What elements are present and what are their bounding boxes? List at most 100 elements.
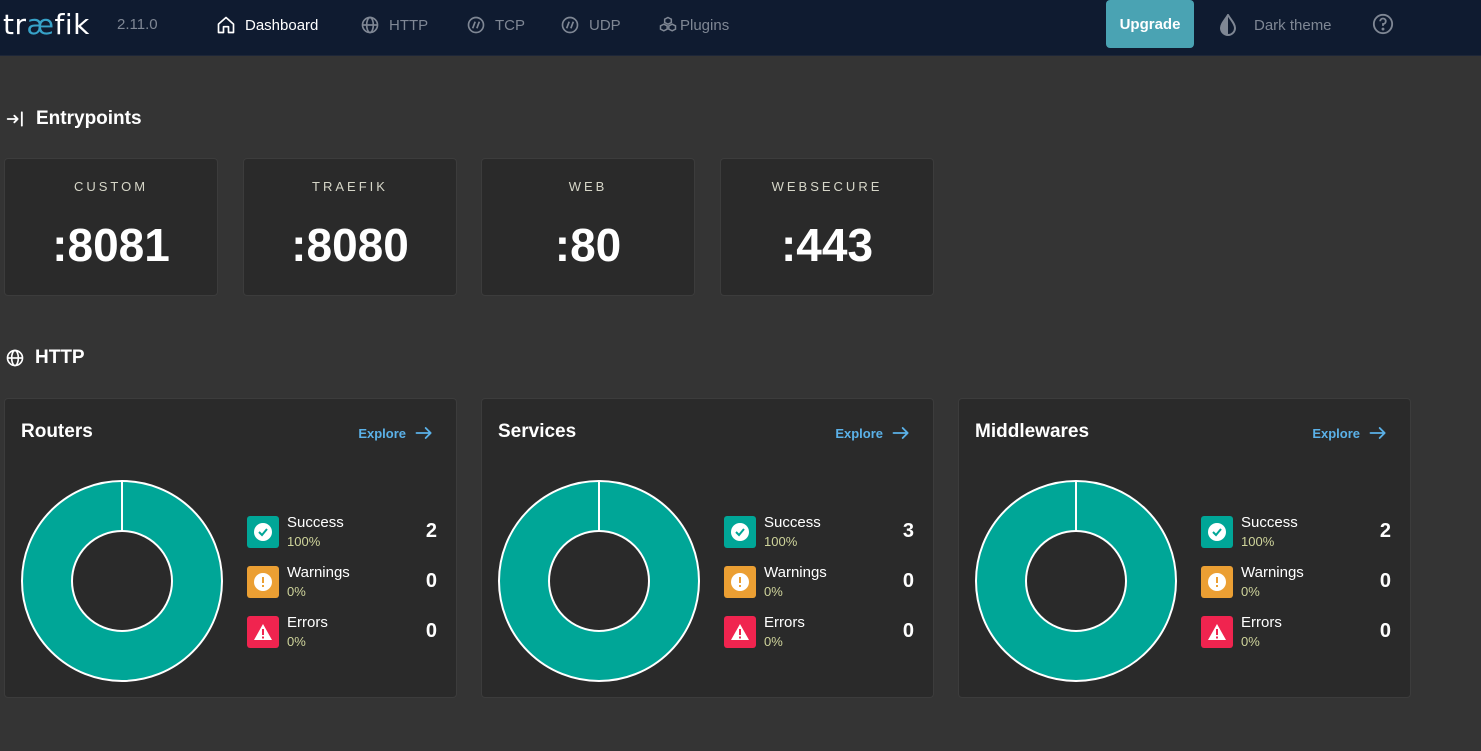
explore-label: Explore [835, 425, 883, 441]
warnings-label: Warnings [287, 564, 350, 581]
tcp-icon [467, 16, 485, 34]
errors-label: Errors [287, 614, 328, 631]
errors-label: Errors [1241, 614, 1282, 631]
entrypoint-name: WEBSECURE [771, 179, 883, 194]
home-icon [217, 16, 235, 34]
explore-services-link[interactable]: Explore [835, 423, 911, 443]
warning-triangle-icon [731, 624, 749, 640]
errors-badge [724, 616, 756, 648]
success-stat: Success 100% 2 [247, 514, 437, 554]
nav-tcp[interactable]: TCP [466, 14, 525, 36]
success-percent: 100% [764, 534, 798, 549]
success-label: Success [1241, 514, 1298, 531]
check-circle-icon [254, 523, 272, 541]
entrypoint-name: TRAEFIK [312, 179, 388, 194]
entrypoint-port: :443 [780, 219, 874, 271]
errors-stat: Errors 0% 0 [1201, 614, 1391, 654]
entrypoint-card-custom: CUSTOM :8081 [4, 158, 218, 296]
traefik-logo[interactable]: træfik [3, 8, 90, 41]
explore-routers-link[interactable]: Explore [358, 423, 434, 443]
success-stat: Success 100% 3 [724, 514, 914, 554]
entrypoint-arrow-icon [6, 111, 23, 127]
errors-label: Errors [764, 614, 805, 631]
errors-percent: 0% [1241, 634, 1260, 649]
nav-plugins[interactable]: Plugins [658, 14, 729, 36]
status-donut-chart [21, 480, 223, 682]
nav-http[interactable]: HTTP [360, 14, 428, 36]
warning-triangle-icon [1208, 624, 1226, 640]
exclamation-circle-icon [254, 573, 272, 591]
exclamation-circle-icon [731, 573, 749, 591]
nav-plugins-label: Plugins [680, 16, 730, 34]
success-count: 2 [425, 520, 437, 542]
check-circle-icon [1208, 523, 1226, 541]
logo-text-suffix: fik [54, 8, 90, 41]
warning-triangle-icon [254, 624, 272, 640]
globe-icon [6, 349, 24, 367]
globe-icon [361, 16, 379, 34]
errors-badge [1201, 616, 1233, 648]
nav-dashboard-label: Dashboard [245, 16, 319, 34]
errors-badge [247, 616, 279, 648]
success-badge [1201, 516, 1233, 548]
udp-icon [561, 16, 579, 34]
success-percent: 100% [287, 534, 321, 549]
success-count: 3 [902, 520, 914, 542]
logo-text-ae: æ [26, 8, 55, 41]
entrypoint-port: :80 [554, 219, 622, 271]
status-donut-chart [498, 480, 700, 682]
entrypoint-card-web: WEB :80 [481, 158, 695, 296]
explore-label: Explore [1312, 425, 1360, 441]
http-title: HTTP [35, 347, 85, 368]
warnings-percent: 0% [764, 584, 783, 599]
warnings-badge [1201, 566, 1233, 598]
card-title: Routers [21, 421, 93, 442]
help-icon[interactable] [1372, 13, 1394, 35]
nav-http-label: HTTP [389, 16, 429, 34]
arrow-right-icon [892, 427, 909, 439]
entrypoint-card-traefik: TRAEFIK :8080 [243, 158, 457, 296]
warnings-stat: Warnings 0% 0 [1201, 564, 1391, 604]
nav-dashboard[interactable]: Dashboard [216, 14, 318, 36]
http-section-header: HTTP [5, 347, 85, 369]
explore-label: Explore [358, 425, 406, 441]
warnings-stat: Warnings 0% 0 [247, 564, 437, 604]
entrypoint-name: WEB [568, 179, 608, 194]
success-percent: 100% [1241, 534, 1275, 549]
explore-middlewares-link[interactable]: Explore [1312, 423, 1388, 443]
entrypoints-section-header: Entrypoints [6, 108, 142, 130]
warnings-stat: Warnings 0% 0 [724, 564, 914, 604]
upgrade-button[interactable]: Upgrade [1106, 0, 1194, 48]
services-card: Services Explore Success 100% 3 Warnings… [481, 398, 934, 698]
nav-udp-label: UDP [589, 16, 621, 34]
entrypoints-title: Entrypoints [36, 108, 142, 129]
top-navigation-bar: træfik 2.11.0 Dashboard HTTP TCP UDP Plu… [0, 0, 1481, 56]
middlewares-card: Middlewares Explore Success 100% 2 Warni… [958, 398, 1411, 698]
plugins-icon [659, 16, 677, 32]
status-donut-chart [975, 480, 1177, 682]
errors-percent: 0% [764, 634, 783, 649]
dark-theme-label: Dark theme [1254, 16, 1332, 34]
warnings-badge [247, 566, 279, 598]
warnings-percent: 0% [287, 584, 306, 599]
errors-count: 0 [1379, 620, 1391, 642]
exclamation-circle-icon [1208, 573, 1226, 591]
success-label: Success [287, 514, 344, 531]
warnings-count: 0 [425, 570, 437, 592]
errors-count: 0 [902, 620, 914, 642]
errors-count: 0 [425, 620, 437, 642]
nav-udp[interactable]: UDP [560, 14, 621, 36]
errors-stat: Errors 0% 0 [247, 614, 437, 654]
warnings-badge [724, 566, 756, 598]
card-title: Services [498, 421, 577, 442]
success-badge [247, 516, 279, 548]
dark-theme-toggle[interactable]: Dark theme [1218, 14, 1332, 36]
card-title: Middlewares [975, 421, 1090, 442]
arrow-right-icon [1369, 427, 1386, 439]
entrypoint-card-websecure: WEBSECURE :443 [720, 158, 934, 296]
success-count: 2 [1379, 520, 1391, 542]
success-stat: Success 100% 2 [1201, 514, 1391, 554]
errors-stat: Errors 0% 0 [724, 614, 914, 654]
theme-drop-icon [1219, 14, 1237, 36]
routers-card: Routers Explore Success 100% 2 Warnings … [4, 398, 457, 698]
